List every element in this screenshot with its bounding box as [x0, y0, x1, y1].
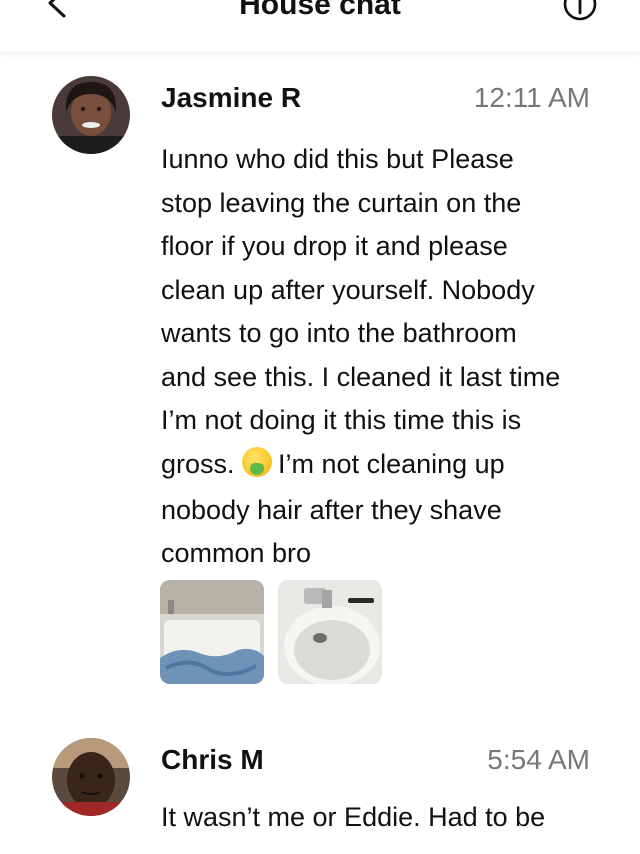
message-line-with-emoji: gross. I’m not cleaning up — [161, 443, 601, 485]
message-body: Iunno who did this but Please stop leavi… — [161, 138, 601, 576]
sender-name: Jasmine R — [161, 82, 302, 113]
message-time: 12:11 AM — [473, 82, 590, 113]
chat-title: House chat — [239, 0, 401, 21]
message-line: floor if you drop it and please — [161, 231, 508, 261]
message-fragment: gross. — [161, 448, 235, 479]
message-line: nobody hair after they shave — [161, 494, 502, 525]
message-feed[interactable]: Jasmine R 12:11 AM Iunno who did this bu… — [0, 52, 640, 854]
message-line: common bro — [161, 538, 312, 568]
message-line: clean up after yourself. Nobody — [161, 274, 535, 305]
message-line: and see this. I cleaned it last time — [161, 361, 561, 392]
message-fragment: I’m not cleaning up — [278, 448, 505, 479]
message-line: stop leaving the curtain on the — [161, 187, 522, 218]
avatar-jasmine[interactable] — [52, 76, 130, 154]
message-time: 5:54 AM — [487, 744, 590, 775]
info-icon[interactable] — [562, 0, 598, 22]
message-line: wants to go into the bathroom — [161, 318, 517, 348]
attachment-bathtub-photo[interactable] — [160, 580, 264, 684]
avatar-chris[interactable] — [52, 738, 130, 816]
nauseated-face-icon — [242, 446, 273, 477]
chat-header: House chat — [0, 0, 640, 52]
message-line: I’m not doing it this time this is — [161, 405, 522, 435]
message-body: It wasn’t me or Eddie. Had to be — [161, 796, 601, 840]
message-line: It wasn’t me or Eddie. Had to be — [161, 802, 546, 832]
attachment-sink-photo[interactable] — [278, 580, 382, 684]
message-line: Iunno who did this but Please — [161, 144, 514, 174]
sender-name: Chris M — [161, 744, 264, 775]
